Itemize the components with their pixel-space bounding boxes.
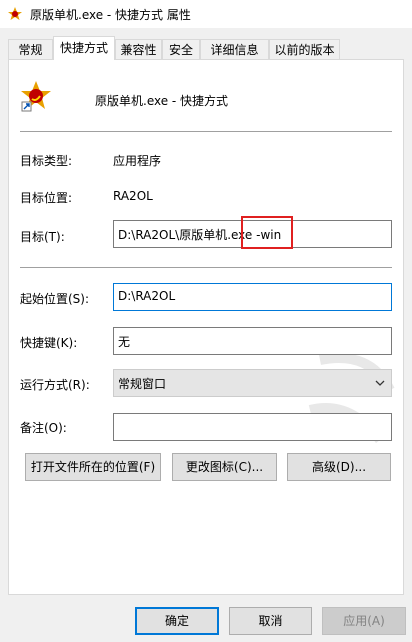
tab-previous-versions-label: 以前的版本 — [274, 43, 335, 57]
separator — [20, 267, 392, 268]
apply-button[interactable]: 应用(A) — [322, 607, 406, 635]
target-label: 目标(T): — [20, 230, 65, 244]
tab-previous-versions[interactable]: 以前的版本 — [269, 39, 340, 59]
open-file-location-button[interactable]: 打开文件所在的位置(F) — [25, 453, 161, 481]
run-select[interactable]: 常规窗口 — [113, 369, 392, 397]
title-bar[interactable]: 原版单机.exe - 快捷方式 属性 — [0, 0, 412, 28]
start-in-input[interactable]: D:\RA2OL — [113, 283, 392, 311]
hotkey-label: 快捷键(K): — [20, 336, 78, 350]
tab-general-label: 常规 — [18, 43, 43, 57]
window-title: 原版单机.exe - 快捷方式 属性 — [30, 8, 191, 22]
advanced-button[interactable]: 高级(D)... — [287, 453, 391, 481]
target-location-value: RA2OL — [113, 189, 153, 203]
run-select-value: 常规窗口 — [118, 377, 167, 391]
highlight-box — [241, 216, 293, 249]
tab-shortcut-label: 快捷方式 — [59, 41, 108, 55]
tab-details-label: 详细信息 — [210, 43, 259, 57]
hotkey-input[interactable]: 无 — [113, 327, 392, 355]
tab-compatibility[interactable]: 兼容性 — [115, 39, 162, 59]
tab-shortcut[interactable]: 快捷方式 — [53, 36, 115, 60]
background-watermark — [308, 353, 395, 444]
start-in-label: 起始位置(S): — [20, 292, 90, 306]
tab-general[interactable]: 常规 — [8, 39, 53, 59]
change-icon-button[interactable]: 更改图标(C)... — [172, 453, 277, 481]
shortcut-name: 原版单机.exe - 快捷方式 — [95, 94, 229, 108]
comment-input[interactable] — [113, 413, 392, 441]
tab-security-label: 安全 — [168, 43, 193, 57]
cancel-button[interactable]: 取消 — [229, 607, 312, 635]
tab-details[interactable]: 详细信息 — [200, 39, 269, 59]
target-type-label: 目标类型: — [20, 154, 73, 168]
hammer-sickle-star-icon — [21, 81, 51, 112]
target-type-value: 应用程序 — [113, 154, 162, 168]
comment-label: 备注(O): — [20, 421, 67, 435]
separator — [20, 131, 392, 132]
run-label: 运行方式(R): — [20, 378, 90, 392]
tab-compatibility-label: 兼容性 — [120, 43, 157, 57]
tab-security[interactable]: 安全 — [162, 39, 200, 59]
chevron-down-icon — [375, 380, 385, 386]
target-location-label: 目标位置: — [20, 191, 73, 205]
ok-button[interactable]: 确定 — [135, 607, 219, 635]
hammer-sickle-star-icon — [8, 7, 22, 20]
